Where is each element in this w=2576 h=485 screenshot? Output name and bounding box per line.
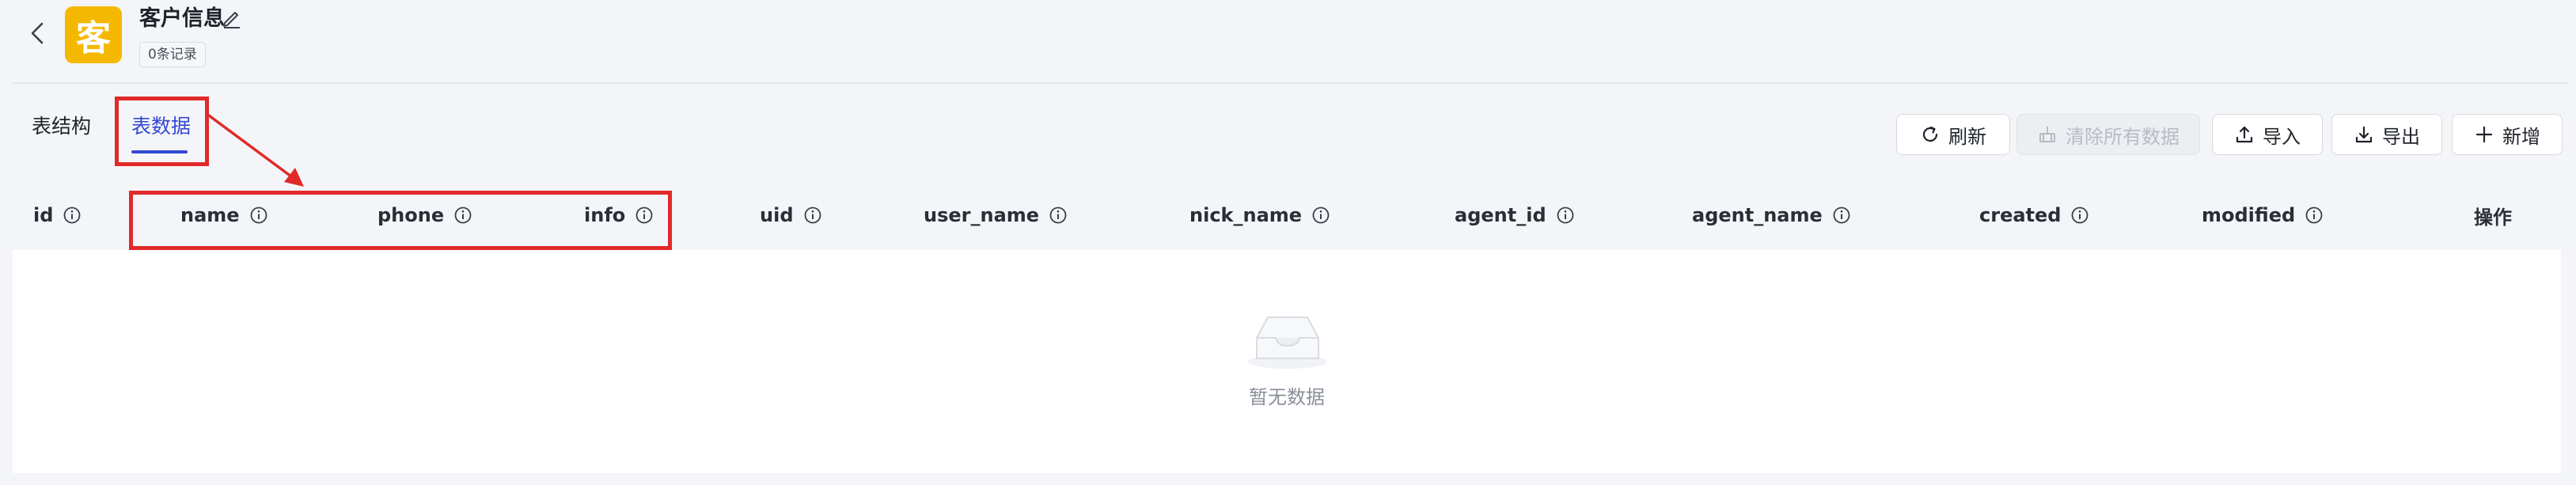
empty-state-text: 暂无数据	[1249, 386, 1325, 408]
app-icon: 客	[65, 6, 122, 63]
add-record-button[interactable]: 新增	[2452, 114, 2563, 155]
record-count-badge: 0条记录	[139, 42, 206, 67]
refresh-icon	[1922, 126, 1938, 142]
edit-title-button[interactable]	[220, 6, 244, 30]
export-button[interactable]: 导出	[2331, 114, 2442, 155]
column-header-actions: 操作	[2474, 206, 2512, 229]
info-icon[interactable]	[803, 206, 822, 225]
refresh-label: 刷新	[1948, 125, 1986, 148]
chevron-left-icon	[31, 22, 44, 44]
import-label: 导入	[2263, 125, 2301, 148]
info-icon[interactable]	[2305, 206, 2324, 225]
info-icon[interactable]	[1556, 206, 1575, 225]
export-label: 导出	[2382, 125, 2420, 148]
annotation-box-columns	[129, 191, 672, 250]
clear-all-label: 清除所有数据	[2066, 125, 2180, 148]
info-icon[interactable]	[2070, 206, 2089, 225]
clear-all-data-button[interactable]: 清除所有数据	[2016, 114, 2200, 155]
clear-icon	[2039, 127, 2055, 142]
info-icon[interactable]	[1311, 206, 1330, 225]
refresh-button[interactable]: 刷新	[1896, 114, 2010, 155]
pencil-icon	[223, 12, 240, 28]
tab-structure[interactable]: 表结构	[32, 111, 91, 142]
column-header-uid[interactable]: uid	[760, 203, 822, 228]
annotation-box-tab	[115, 97, 209, 166]
upload-icon	[2236, 126, 2253, 143]
empty-inbox-icon	[1248, 316, 1327, 369]
info-icon[interactable]	[1049, 206, 1068, 225]
add-record-label: 新增	[2502, 125, 2540, 148]
page-title: 客户信息	[139, 6, 225, 31]
info-icon[interactable]	[1832, 206, 1851, 225]
column-header-agent-name[interactable]: agent_name	[1692, 203, 1851, 228]
download-icon	[2355, 126, 2373, 143]
column-header-id[interactable]: id	[33, 203, 82, 228]
back-button[interactable]	[22, 17, 54, 49]
plus-icon	[2475, 126, 2493, 143]
header-divider	[13, 82, 2569, 84]
annotation-arrow	[207, 114, 304, 187]
column-header-nick-name[interactable]: nick_name	[1189, 203, 1330, 228]
column-header-created[interactable]: created	[1979, 203, 2089, 228]
import-button[interactable]: 导入	[2212, 114, 2323, 155]
column-header-agent-id[interactable]: agent_id	[1455, 203, 1575, 228]
info-icon[interactable]	[63, 206, 82, 225]
column-header-modified[interactable]: modified	[2202, 203, 2324, 228]
column-header-user-name[interactable]: user_name	[924, 203, 1068, 228]
